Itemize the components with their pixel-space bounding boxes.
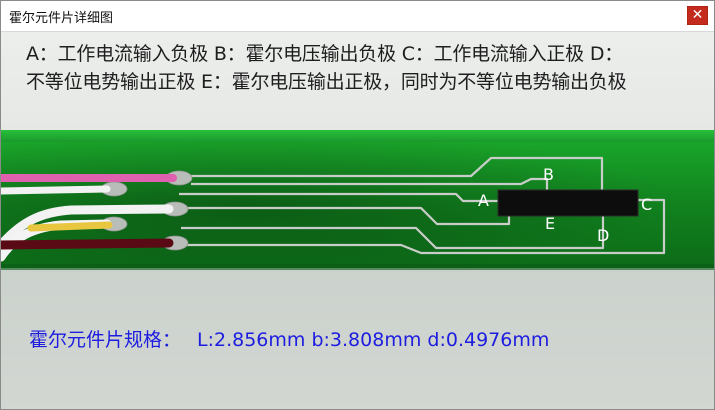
wire-yellow	[27, 221, 113, 232]
close-icon: ✕	[691, 7, 704, 23]
wire-white-1	[1, 185, 111, 195]
spec-text: 霍尔元件片规格： L:2.856mm b:3.808mm d:0.4976mm	[29, 325, 549, 352]
spec-title: 霍尔元件片规格：	[29, 329, 182, 351]
board-top-edge	[1, 130, 714, 144]
close-button[interactable]: ✕	[687, 6, 708, 25]
wire-darkred	[1, 238, 174, 250]
hall-chip	[497, 189, 639, 217]
hall-element-scene: A B C D E A：工作电流输入负极 B：霍尔电压输出负极 C：工作电流输入…	[1, 32, 714, 409]
board-bottom-edge	[1, 264, 714, 270]
pin-label-d: D	[597, 226, 609, 245]
title-bar: 霍尔元件片详细图 ✕	[1, 1, 714, 32]
pin-label-a: A	[478, 191, 489, 210]
pin-label-c: C	[641, 195, 652, 214]
spec-width: b:3.808mm	[311, 329, 422, 351]
pin-label-b: B	[543, 165, 554, 184]
pin-label-e: E	[545, 214, 555, 233]
pin-description: A：工作电流输入负极 B：霍尔电压输出负极 C：工作电流输入正极 D： 不等位电…	[26, 40, 714, 96]
hall-element-window: 霍尔元件片详细图 ✕ A B C D E A：工作电流输入负极 B：霍尔电压输出…	[0, 0, 715, 410]
pin-description-line2: 不等位电势输出正极 E：霍尔电压输出正极，同时为不等位电势输出负极	[26, 71, 627, 93]
spec-thickness: d:0.4976mm	[427, 329, 550, 351]
pin-description-line1: A：工作电流输入负极 B：霍尔电压输出负极 C：工作电流输入正极 D：	[26, 43, 624, 65]
spec-length: L:2.856mm	[197, 329, 306, 351]
window-title: 霍尔元件片详细图	[9, 11, 114, 26]
